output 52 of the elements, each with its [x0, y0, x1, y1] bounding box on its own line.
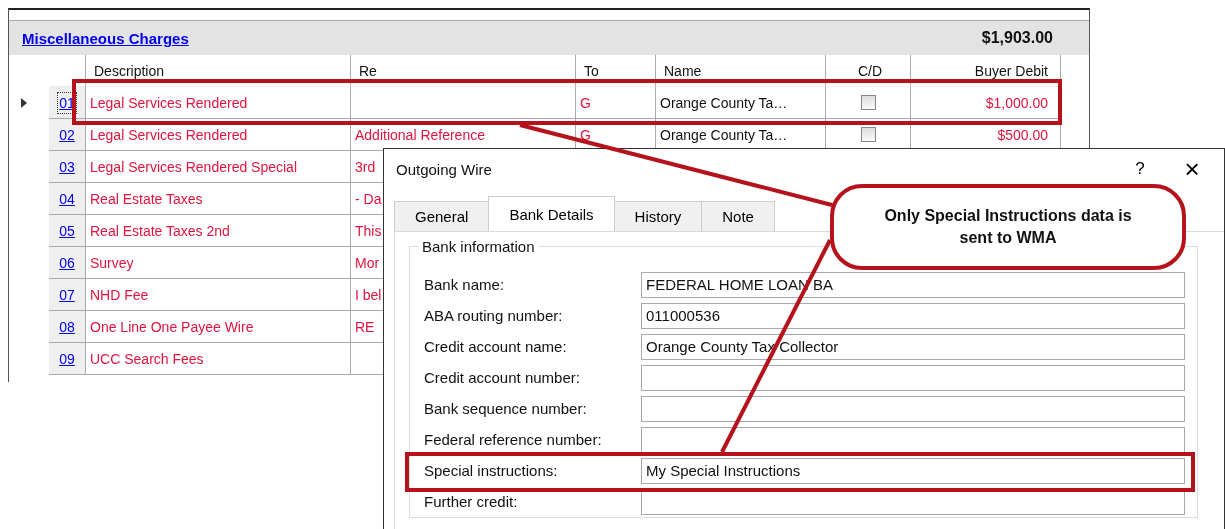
section-total: $1,903.00: [981, 29, 1053, 47]
input-field[interactable]: [641, 395, 1185, 422]
field-label: Bank name:: [424, 276, 506, 293]
tab[interactable]: Note: [701, 201, 775, 231]
callout-bubble: Only Special Instructions data is sent to WMA: [830, 184, 1186, 270]
row-number-link[interactable]: 04: [57, 187, 77, 210]
row-number-link[interactable]: 07: [57, 283, 77, 306]
field-label: Special instructions:: [424, 462, 559, 479]
field-label: Further credit:: [424, 493, 519, 510]
description-cell: Real Estate Taxes: [86, 183, 351, 215]
close-button[interactable]: ×: [1172, 157, 1212, 181]
row-number-link[interactable]: 03: [57, 155, 77, 178]
help-button[interactable]: ?: [1120, 157, 1160, 181]
column-header: Name: [656, 55, 826, 87]
description-cell: Legal Services Rendered Special: [86, 151, 351, 183]
field-label: Credit account number:: [424, 369, 581, 386]
tab[interactable]: History: [613, 201, 703, 231]
dialog-title: Outgoing Wire: [396, 160, 493, 178]
description-cell: Legal Services Rendered: [86, 87, 351, 119]
description-cell: Real Estate Taxes 2nd: [86, 215, 351, 247]
input-field[interactable]: [641, 364, 1185, 391]
row-number-link[interactable]: 08: [57, 315, 77, 338]
description-cell: NHD Fee: [86, 279, 351, 311]
column-header: Description: [86, 55, 351, 87]
description-cell: One Line One Payee Wire: [86, 311, 351, 343]
tab[interactable]: General: [394, 201, 490, 231]
column-header: To: [576, 55, 656, 87]
description-cell: UCC Search Fees: [86, 343, 351, 375]
buyer-debit-cell: $1,000.00: [911, 87, 1061, 119]
name-cell: Orange County Ta…: [656, 87, 826, 119]
cd-checkbox[interactable]: [860, 95, 876, 110]
description-cell: Legal Services Rendered: [86, 119, 351, 151]
column-header: C/D: [826, 55, 911, 87]
input-field[interactable]: My Special Instructions: [641, 457, 1185, 484]
row-number-link[interactable]: 09: [57, 347, 77, 370]
input-field[interactable]: 011000536: [641, 302, 1185, 329]
column-header: Re: [351, 55, 576, 87]
field-label: Bank sequence number:: [424, 400, 588, 417]
row-number-link[interactable]: 01: [57, 91, 77, 114]
input-field[interactable]: [641, 426, 1185, 453]
section-title-link[interactable]: Miscellaneous Charges: [22, 29, 189, 47]
row-indicator-icon: [21, 98, 27, 108]
description-cell: Survey: [86, 247, 351, 279]
group-title: Bank information: [418, 238, 539, 255]
row-number-link[interactable]: 02: [57, 123, 77, 146]
field-label: Federal reference number:: [424, 431, 603, 448]
row-number-link[interactable]: 05: [57, 219, 77, 242]
to-cell: G: [576, 87, 656, 119]
column-header: Buyer Debit: [911, 55, 1061, 87]
input-field[interactable]: Orange County Tax Collector: [641, 333, 1185, 360]
cd-checkbox[interactable]: [860, 127, 876, 142]
row-number-link[interactable]: 06: [57, 251, 77, 274]
